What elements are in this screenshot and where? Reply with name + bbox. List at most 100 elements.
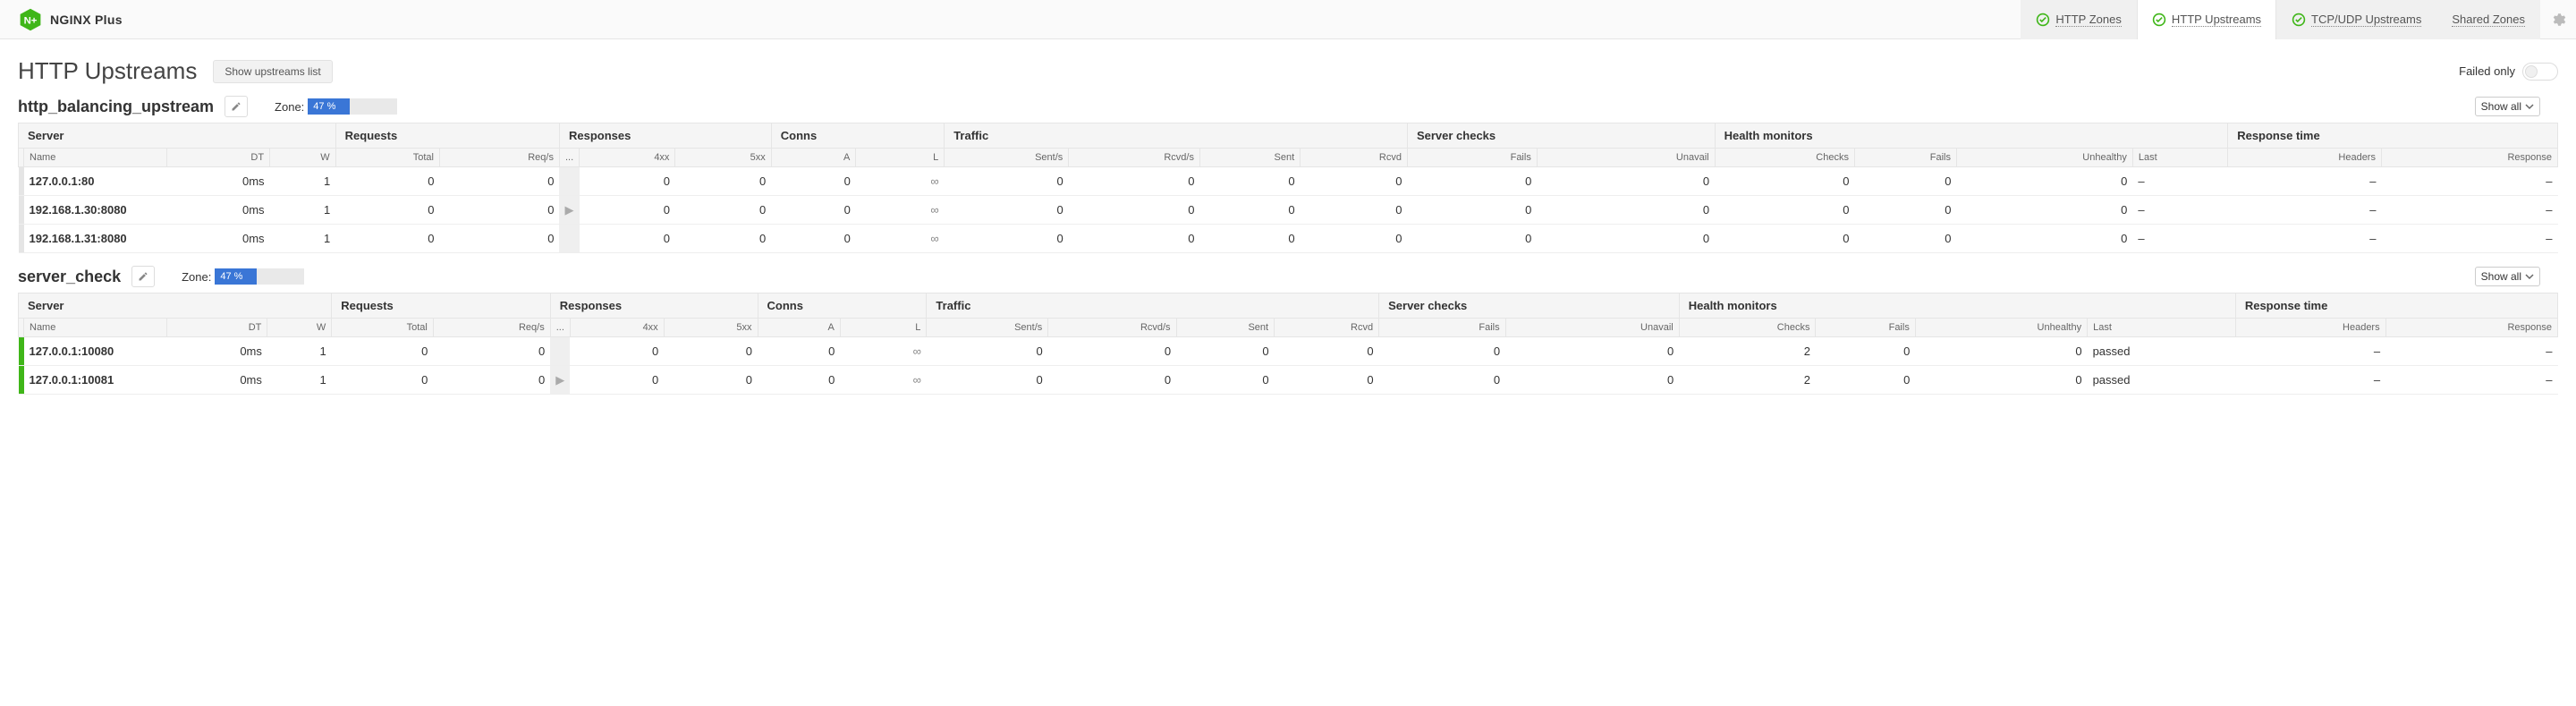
check-icon: [2292, 13, 2306, 27]
check-icon: [2152, 13, 2166, 27]
cell-last: –: [2132, 196, 2227, 225]
page-header: HTTP Upstreams Show upstreams list Faile…: [0, 39, 2576, 92]
cell-w: 1: [267, 337, 332, 366]
cell-a: 0: [758, 337, 840, 366]
table-header-cols: Name DTW TotalReq/s ... 4xx5xx AL Sent/s…: [19, 149, 2558, 167]
cell-reqs: 0: [439, 225, 559, 253]
cell-response: –: [2385, 337, 2557, 366]
expand-gutter: [559, 225, 579, 253]
tab-tcpudp-upstreams[interactable]: TCP/UDP Upstreams: [2276, 0, 2436, 39]
cell-reqs: 0: [433, 337, 550, 366]
cell-unavail: 0: [1505, 366, 1679, 395]
show-upstreams-list-button[interactable]: Show upstreams list: [213, 60, 332, 83]
table-row: 127.0.0.1:10080 0ms 1 0 0 0 0 0 ∞ 0 0 0 …: [19, 337, 2558, 366]
cell-hfails: 0: [1854, 196, 1956, 225]
cell-checks: 0: [1715, 167, 1854, 196]
cell-last: passed: [2088, 337, 2236, 366]
cell-total: 0: [335, 167, 439, 196]
cell-sent: 0: [1199, 225, 1300, 253]
expand-gutter: [550, 337, 570, 366]
cell-sent: 0: [1199, 196, 1300, 225]
cell-checks: 0: [1715, 225, 1854, 253]
page-title: HTTP Upstreams: [18, 57, 197, 85]
show-all-select[interactable]: Show all: [2475, 97, 2540, 116]
cell-headers: –: [2228, 167, 2382, 196]
cell-unavail: 0: [1537, 196, 1715, 225]
cell-unavail: 0: [1505, 337, 1679, 366]
table-header-cols: Name DTW TotalReq/s ... 4xx5xx AL Sent/s…: [19, 319, 2558, 337]
upstream-name: server_check: [18, 268, 121, 286]
cell-l: ∞: [856, 196, 945, 225]
table-header-groups: Server Requests Responses Conns Traffic …: [19, 293, 2558, 319]
cell-fails: 0: [1407, 225, 1537, 253]
cell-4xx: 0: [580, 196, 675, 225]
tab-shared-zones[interactable]: Shared Zones: [2436, 0, 2540, 39]
cell-reqs: 0: [439, 167, 559, 196]
cell-sent: 0: [1199, 167, 1300, 196]
cell-w: 1: [267, 366, 332, 395]
cell-sents: 0: [945, 167, 1069, 196]
show-all-select[interactable]: Show all: [2475, 267, 2540, 286]
expand-button[interactable]: ▶: [550, 366, 570, 395]
cell-unavail: 0: [1537, 225, 1715, 253]
cell-sents: 0: [945, 196, 1069, 225]
server-name: 192.168.1.31:8080: [24, 225, 167, 253]
failed-only-label: Failed only: [2459, 64, 2515, 78]
table-row: 192.168.1.31:8080 0ms 1 0 0 0 0 0 ∞ 0 0 …: [19, 225, 2558, 253]
brand-logo: N+ NGINX Plus: [18, 7, 123, 32]
cell-total: 0: [335, 225, 439, 253]
server-name: 127.0.0.1:10080: [24, 337, 167, 366]
upstream-table: Server Requests Responses Conns Traffic …: [0, 123, 2576, 262]
cell-dt: 0ms: [167, 366, 267, 395]
expand-gutter: [559, 167, 579, 196]
cell-response: –: [2381, 196, 2557, 225]
settings-button[interactable]: [2540, 0, 2576, 39]
cell-checks: 0: [1715, 196, 1854, 225]
cell-last: –: [2132, 167, 2227, 196]
cell-total: 0: [332, 337, 434, 366]
cell-a: 0: [771, 196, 856, 225]
cell-dt: 0ms: [167, 167, 270, 196]
cell-dt: 0ms: [167, 225, 270, 253]
chevron-down-icon: [2525, 272, 2534, 281]
cell-hfails: 0: [1816, 366, 1915, 395]
cell-5xx: 0: [664, 366, 758, 395]
server-name: 127.0.0.1:10081: [24, 366, 167, 395]
edit-button[interactable]: [225, 96, 248, 117]
svg-text:N+: N+: [24, 15, 38, 26]
cell-sents: 0: [927, 366, 1048, 395]
table-header-groups: Server Requests Responses Conns Traffic …: [19, 123, 2558, 149]
cell-rcvd: 0: [1301, 167, 1408, 196]
cell-unhealthy: 0: [1957, 196, 2133, 225]
cell-unhealthy: 0: [1957, 225, 2133, 253]
cell-4xx: 0: [570, 366, 664, 395]
tab-http-upstreams[interactable]: HTTP Upstreams: [2137, 0, 2276, 39]
gear-icon: [2550, 12, 2566, 28]
cell-response: –: [2385, 366, 2557, 395]
cell-l: ∞: [856, 167, 945, 196]
tab-http-zones[interactable]: HTTP Zones: [2021, 0, 2136, 39]
check-icon: [2036, 13, 2050, 27]
table-row: 192.168.1.30:8080 0ms 1 0 0 ▶ 0 0 0 ∞ 0 …: [19, 196, 2558, 225]
zone-meter: Zone: 47 %: [275, 98, 397, 115]
cell-reqs: 0: [439, 196, 559, 225]
zone-label: Zone:: [275, 100, 304, 114]
cell-w: 1: [270, 196, 336, 225]
cell-sents: 0: [945, 225, 1069, 253]
upstream-header: server_check Zone: 47 % Show all: [0, 262, 2576, 293]
cell-hfails: 0: [1816, 337, 1915, 366]
table-row: 127.0.0.1:10081 0ms 1 0 0 ▶ 0 0 0 ∞ 0 0 …: [19, 366, 2558, 395]
edit-button[interactable]: [131, 266, 155, 287]
cell-headers: –: [2228, 225, 2382, 253]
expand-button[interactable]: ▶: [559, 196, 579, 225]
cell-rcvd: 0: [1301, 196, 1408, 225]
cell-headers: –: [2235, 366, 2385, 395]
cell-w: 1: [270, 167, 336, 196]
cell-rcvds: 0: [1048, 366, 1176, 395]
pencil-icon: [138, 271, 148, 282]
brand-text: NGINX Plus: [50, 13, 123, 27]
failed-only-toggle[interactable]: [2522, 63, 2558, 81]
cell-rcvds: 0: [1048, 337, 1176, 366]
cell-5xx: 0: [675, 167, 771, 196]
cell-hfails: 0: [1854, 167, 1956, 196]
